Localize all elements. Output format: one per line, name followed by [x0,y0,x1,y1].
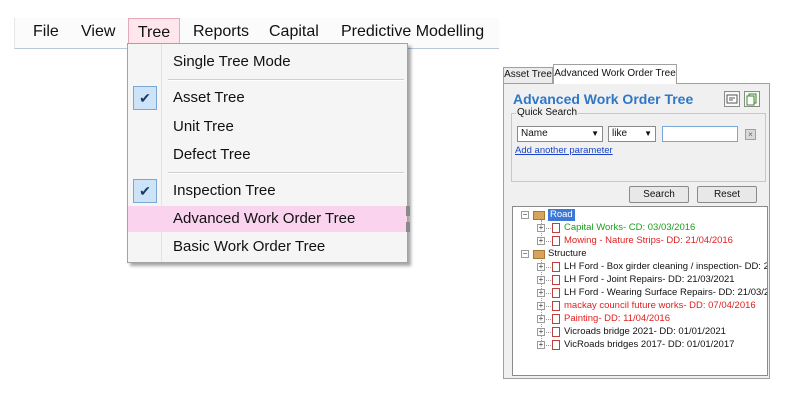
menu-item-advanced-work-order-tree[interactable]: Advanced Work Order Tree [128,206,407,232]
tree-connector [546,267,551,269]
menu-item-basic-work-order-tree[interactable]: Basic Work Order Tree [128,234,407,260]
expand-icon[interactable]: + [537,328,545,336]
clear-icon[interactable]: × [745,129,756,140]
tree-node-label: LH Ford - Wearing Surface Repairs- DD: 2… [564,287,768,298]
tree-node-structure[interactable]: − Structure [513,248,763,260]
search-operator-value: like [612,128,628,139]
tree-node-label: LH Ford - Box girder cleaning / inspecti… [564,261,768,272]
tree-connector [546,293,551,295]
work-order-icon [552,288,560,298]
view-details-icon[interactable] [724,91,740,107]
tree-connector [546,280,551,282]
menu-file[interactable]: File [33,18,67,48]
tree-connector [546,319,551,321]
expand-icon[interactable]: + [537,289,545,297]
menu-separator [168,79,404,81]
expand-icon[interactable]: + [537,315,545,323]
expand-icon[interactable]: + [537,263,545,271]
menu-item-asset-tree[interactable]: ✔ Asset Tree [128,85,407,111]
search-operator-select[interactable]: like ▼ [608,126,656,142]
menu-item-label: Advanced Work Order Tree [173,210,356,227]
add-another-parameter-link[interactable]: Add another parameter [515,145,613,156]
tree-connector [546,345,551,347]
work-order-icon [552,236,560,246]
work-order-icon [552,301,560,311]
tree-connector [546,228,551,230]
tree-node-label: Structure [548,248,587,259]
tree-node-label: Painting- DD: 11/04/2016 [564,313,670,324]
tree-node-label: LH Ford - Joint Repairs- DD: 21/03/2021 [564,274,735,285]
tree-node-label: Mowing - Nature Strips- DD: 21/04/2016 [564,235,733,246]
tree-node-label: Capital Works- CD: 03/03/2016 [564,222,696,233]
work-order-icon [552,327,560,337]
menu-separator [168,172,404,174]
tree-connector [546,332,551,334]
search-field-select[interactable]: Name ▼ [517,126,603,142]
window-edge-fragment [406,206,410,216]
work-order-icon [552,314,560,324]
expand-icon[interactable]: + [537,224,545,232]
collapse-icon[interactable]: − [521,211,529,219]
search-field-value: Name [521,128,548,139]
tree-node-mowing[interactable]: + Mowing - Nature Strips- DD: 21/04/2016 [513,235,763,247]
work-order-icon [552,262,560,272]
tree-node-capital-works[interactable]: + Capital Works- CD: 03/03/2016 [513,222,763,234]
dropdown-arrow-icon: ▼ [591,129,599,138]
menu-item-label: Defect Tree [173,146,251,163]
tree-node-road[interactable]: − Road [513,209,763,221]
tab-asset-tree[interactable]: Asset Tree [503,67,553,83]
folder-icon [533,211,545,220]
copy-icon[interactable] [744,91,760,107]
tree-node-mackay-council[interactable]: + mackay council future works- DD: 07/04… [513,300,763,312]
tab-advanced-work-order-tree[interactable]: Advanced Work Order Tree [553,64,677,84]
menu-item-label: Asset Tree [173,89,245,106]
collapse-icon[interactable]: − [521,250,529,258]
menu-item-single-tree-mode[interactable]: Single Tree Mode [128,49,407,75]
expand-icon[interactable]: + [537,237,545,245]
menu-item-defect-tree[interactable]: Defect Tree [128,142,407,168]
menu-item-inspection-tree[interactable]: ✔ Inspection Tree [128,178,407,204]
menu-item-label: Basic Work Order Tree [173,238,326,255]
quick-search-title: Quick Search [516,107,579,118]
menu-item-label: Single Tree Mode [173,53,291,70]
check-icon: ✔ [133,86,157,110]
work-order-icon [552,340,560,350]
tree-node-wearing-surface[interactable]: + LH Ford - Wearing Surface Repairs- DD:… [513,287,767,299]
menu-item-unit-tree[interactable]: Unit Tree [128,114,407,140]
tree-node-vicroads-2021[interactable]: + Vicroads bridge 2021- DD: 01/01/2021 [513,326,763,338]
tree-node-box-girder[interactable]: + LH Ford - Box girder cleaning / inspec… [513,261,767,273]
tree-node-label: Vicroads bridge 2021- DD: 01/01/2021 [564,326,726,337]
menu-item-label: Inspection Tree [173,182,276,199]
search-value-input[interactable] [662,126,738,142]
folder-icon [533,250,545,259]
expand-icon[interactable]: + [537,341,545,349]
menu-item-label: Unit Tree [173,118,234,135]
work-order-tree[interactable]: − Road + Capital Works- CD: 03/03/2016 +… [512,206,768,376]
tree-node-joint-repairs[interactable]: + LH Ford - Joint Repairs- DD: 21/03/202… [513,274,763,286]
quick-search-group: Quick Search Name ▼ like ▼ × Add another… [511,107,766,182]
tree-connector [546,306,551,308]
expand-icon[interactable]: + [537,276,545,284]
tree-node-label: VicRoads bridges 2017- DD: 01/01/2017 [564,339,735,350]
tree-node-painting[interactable]: + Painting- DD: 11/04/2016 [513,313,763,325]
search-button[interactable]: Search [629,186,689,203]
dropdown-arrow-icon: ▼ [644,129,652,138]
tree-connector [546,241,551,243]
tree-menu-dropdown: Single Tree Mode ✔ Asset Tree Unit Tree … [127,43,408,263]
tree-node-vicroads-2017[interactable]: + VicRoads bridges 2017- DD: 01/01/2017 [513,339,763,351]
expand-icon[interactable]: + [537,302,545,310]
advanced-work-order-panel: Asset Tree Advanced Work Order Tree Adva… [500,62,772,380]
menu-view[interactable]: View [81,18,121,48]
window-edge-fragment [406,222,410,232]
work-order-icon [552,275,560,285]
tab-content: Advanced Work Order Tree Quick Search Na… [503,83,770,379]
reset-button[interactable]: Reset [697,186,757,203]
tree-node-label: mackay council future works- DD: 07/04/2… [564,300,756,311]
tree-node-label: Road [548,209,575,221]
panel-title: Advanced Work Order Tree [513,91,694,107]
check-icon: ✔ [133,179,157,203]
work-order-icon [552,223,560,233]
